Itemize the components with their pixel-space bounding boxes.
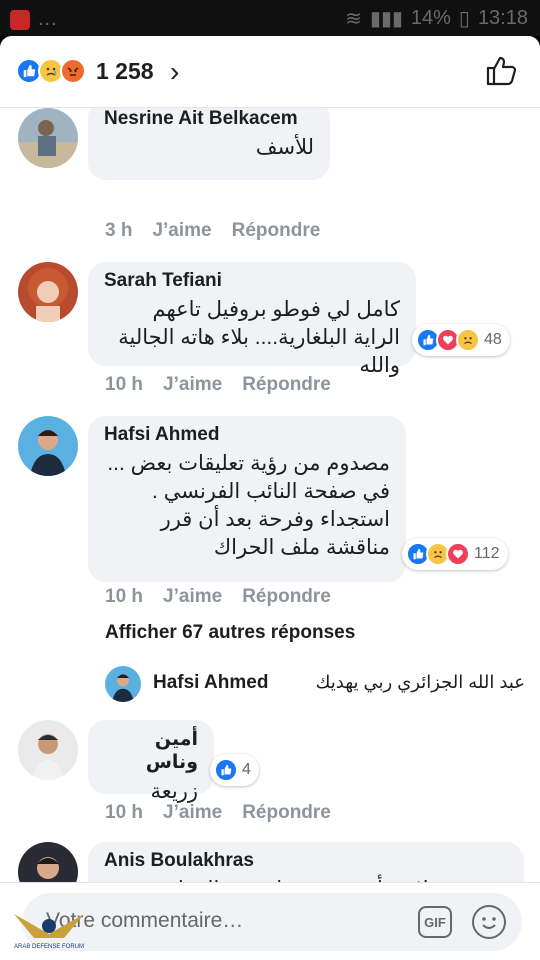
status-bar: ... ≋ ▮▮▮ 14% ▯ 13:18	[0, 0, 540, 36]
reply-button[interactable]: Répondre	[242, 586, 331, 608]
comment-time: 10 h	[105, 374, 144, 395]
avatar[interactable]	[18, 416, 78, 476]
like-button[interactable]: J’aime	[163, 374, 222, 396]
like-reaction-icon	[214, 758, 238, 782]
battery-icon: ▯	[458, 8, 470, 30]
wifi-icon: ≋	[345, 8, 362, 30]
reaction-count: 1 258	[96, 58, 154, 84]
chevron-right-icon[interactable]: ›	[170, 56, 179, 88]
reply-preview[interactable]: Hafsi Ahmed عبد الله الجزائري ربي يهديك	[105, 664, 525, 704]
reaction-count: 4	[242, 761, 251, 778]
comment-actions: 10 h J’aime Répondre	[105, 802, 331, 824]
reaction-count: 112	[474, 545, 500, 562]
reaction-count: 48	[484, 331, 502, 348]
comment-author[interactable]: Hafsi Ahmed	[104, 424, 390, 446]
comment-text: كامل لي فوطو بروفيل تاعهم الراية البلغار…	[118, 298, 400, 377]
avatar[interactable]	[18, 108, 78, 168]
avatar[interactable]	[105, 666, 141, 702]
comment-input[interactable]: Votre commentaire… GIF	[22, 893, 522, 951]
like-outline-icon[interactable]	[484, 54, 518, 88]
smiley-icon	[482, 917, 496, 929]
emoji-button[interactable]	[472, 905, 506, 939]
notification-dots: ...	[38, 8, 58, 30]
reaction-icons	[16, 58, 86, 84]
battery-percent: 14%	[410, 7, 451, 29]
comment-bubble[interactable]: Hafsi Ahmed مصدوم من رؤية تعليقات بعض ..…	[88, 416, 406, 582]
sad-reaction-icon	[456, 328, 480, 352]
reply-text: عبد الله الجزائري ربي يهديك	[315, 672, 525, 692]
like-button[interactable]: J’aime	[163, 802, 222, 824]
comments-list: Nesrine Ait Belkacem للأسف 3 h J’aime Ré…	[0, 108, 540, 908]
comment-reactions[interactable]: 4	[210, 754, 259, 786]
comment-time: 3 h	[105, 220, 133, 241]
reactions-header[interactable]: 1 258 ›	[0, 36, 540, 108]
watermark-text: ARAB DEFENSE FORUM	[14, 944, 84, 950]
comment-actions: 10 h J’aime Répondre	[105, 374, 331, 396]
avatar[interactable]	[18, 720, 78, 780]
signal-icon: ▮▮▮	[369, 8, 403, 30]
watermark-logo: ARAB DEFENSE FORUM	[14, 914, 84, 950]
reply-button[interactable]: Répondre	[242, 374, 331, 396]
angry-reaction-icon	[60, 58, 86, 84]
comment-text: مصدوم من رؤية تعليقات بعض ... في صفحة ال…	[107, 452, 390, 559]
like-button[interactable]: J’aime	[163, 586, 222, 608]
comment-author[interactable]: Anis Boulakhras	[104, 850, 508, 872]
comment-author[interactable]: Sarah Tefiani	[104, 270, 400, 292]
avatar[interactable]	[18, 262, 78, 322]
more-replies-link[interactable]: Afficher 67 autres réponses	[105, 622, 355, 644]
comment-bubble[interactable]: أمين وناس زريعة	[88, 720, 214, 803]
comment-author[interactable]: أمين وناس	[104, 728, 198, 774]
comment-bubble[interactable]: Nesrine Ait Belkacem للأسف	[88, 108, 330, 180]
comment-time: 10 h	[105, 586, 144, 607]
like-button[interactable]: J’aime	[152, 220, 211, 242]
love-reaction-icon	[446, 542, 470, 566]
gif-button[interactable]: GIF	[418, 906, 452, 938]
reply-button[interactable]: Répondre	[242, 802, 331, 824]
comment-author[interactable]: Nesrine Ait Belkacem	[104, 108, 314, 130]
comment-time: 10 h	[105, 802, 144, 823]
reply-button[interactable]: Répondre	[232, 220, 321, 242]
comment-reactions[interactable]: 112	[402, 538, 508, 570]
comments-sheet: 1 258 › Nesrine Ait Belkacem للأسف 3 h J…	[0, 36, 540, 960]
comment-text: للأسف	[255, 136, 314, 159]
comment-actions: 10 h J’aime Répondre	[105, 586, 331, 608]
comment-reactions[interactable]: 48	[412, 324, 510, 356]
app-notification-icon	[10, 9, 30, 30]
reply-author[interactable]: Hafsi Ahmed	[153, 672, 268, 694]
clock: 13:18	[477, 7, 528, 29]
comment-actions: 3 h J’aime Répondre	[105, 220, 320, 242]
comment-bubble[interactable]: Sarah Tefiani كامل لي فوطو بروفيل تاعهم …	[88, 262, 416, 377]
